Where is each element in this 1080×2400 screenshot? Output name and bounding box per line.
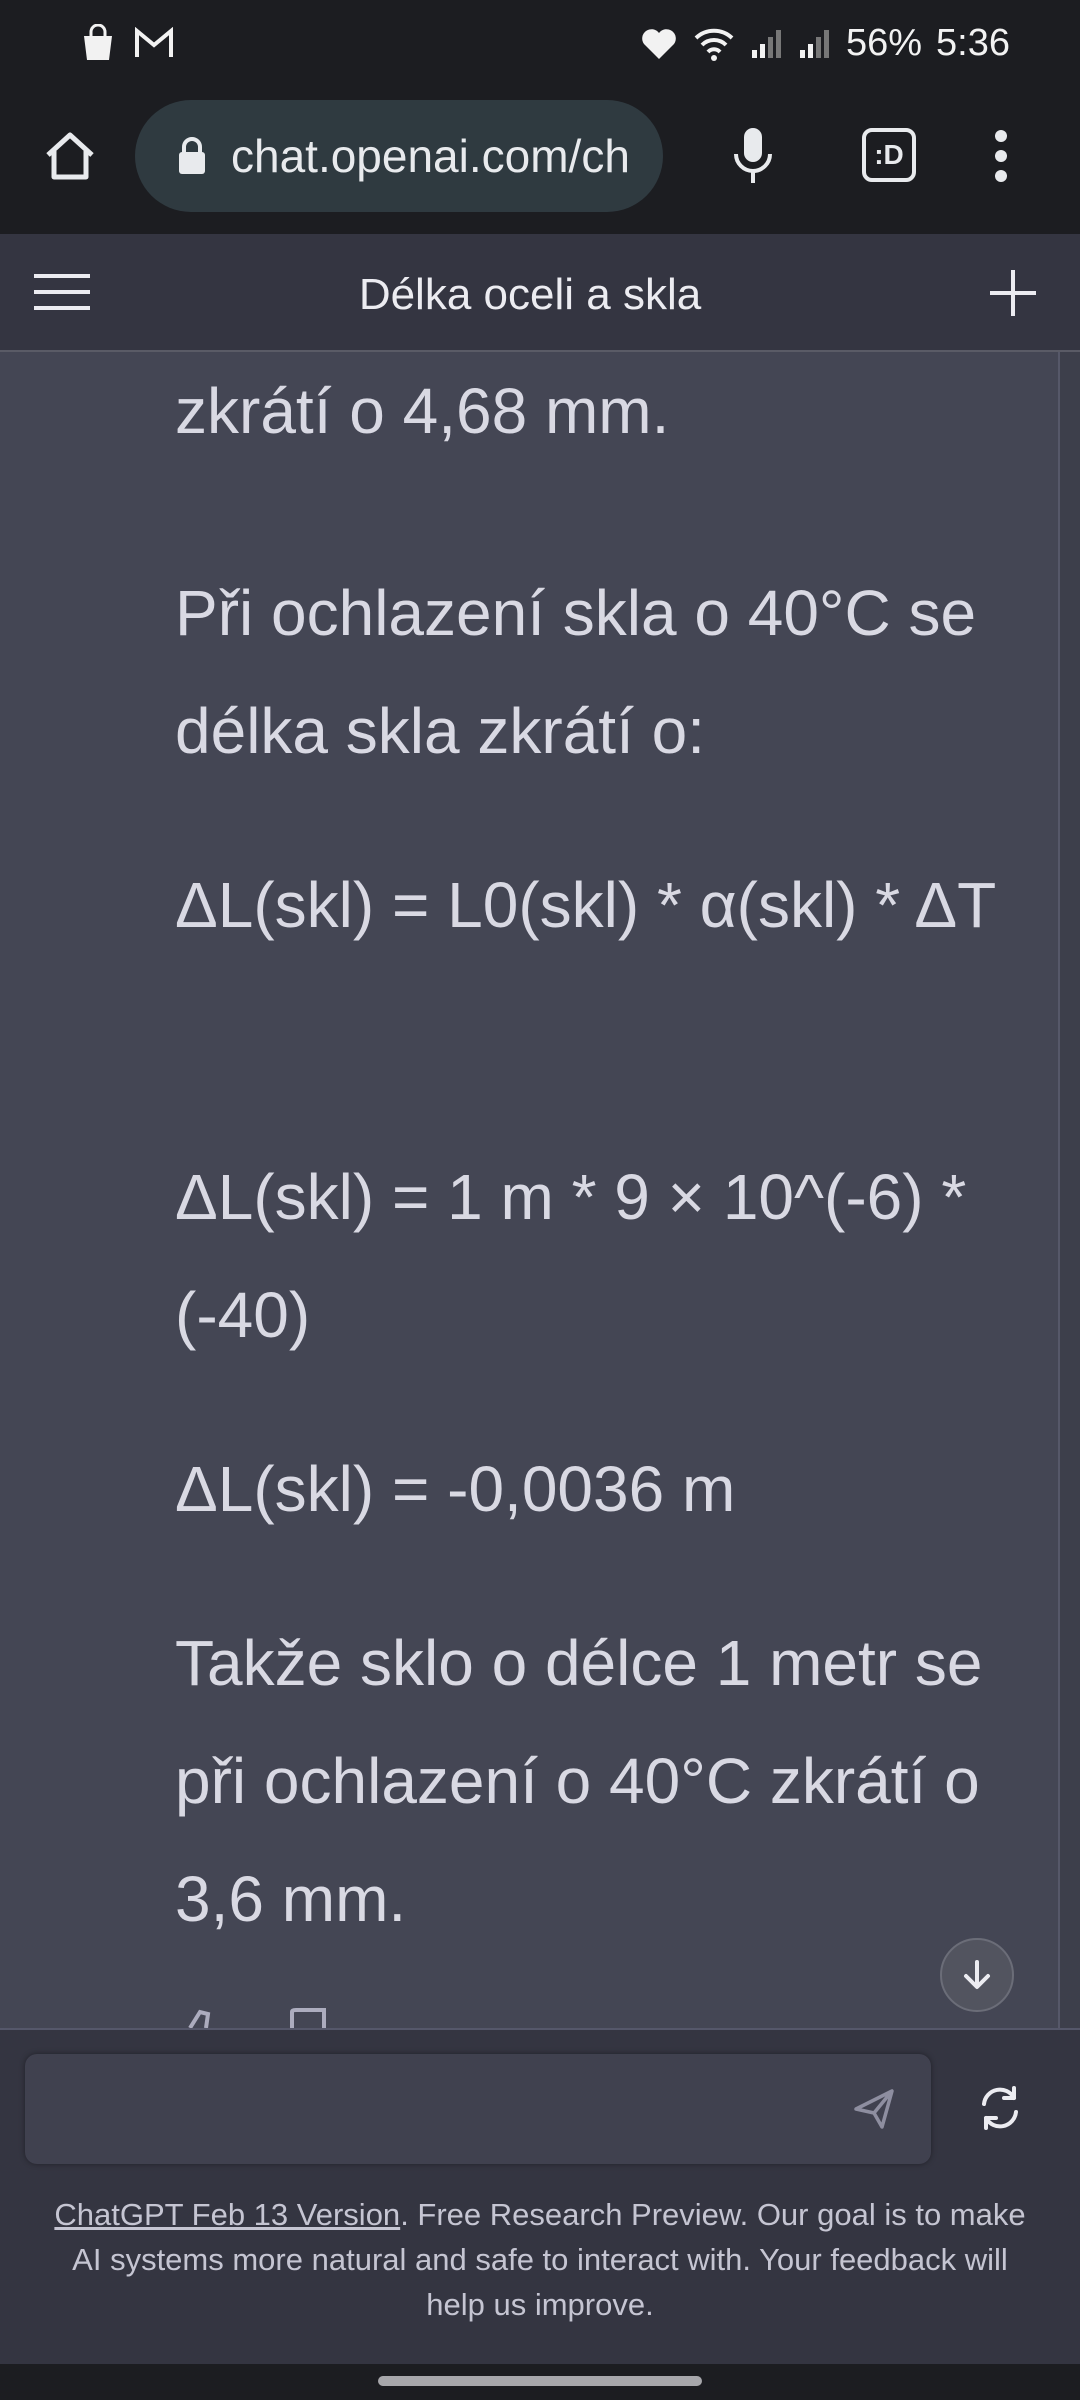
arrow-down-icon bbox=[964, 1960, 990, 1989]
url-text: chat.openai.com/ch bbox=[231, 130, 630, 182]
chat-header: Délka oceli a skla bbox=[0, 234, 1080, 352]
browser-menu-button[interactable] bbox=[980, 120, 1022, 192]
regenerate-button[interactable] bbox=[972, 2080, 1028, 2136]
version-link[interactable]: ChatGPT Feb 13 Version bbox=[54, 2197, 400, 2232]
message-paragraph: Takže sklo o délce 1 metr se při ochlaze… bbox=[175, 1627, 983, 1935]
send-button[interactable] bbox=[849, 2084, 899, 2134]
signal-icon-2 bbox=[799, 29, 829, 58]
message-paragraph: zkrátí o 4,68 mm. bbox=[175, 375, 670, 447]
message-formula: ΔL(skl) = -0,0036 m bbox=[175, 1453, 736, 1525]
new-chat-button[interactable] bbox=[988, 268, 1038, 318]
gesture-nav-bar bbox=[0, 2364, 1080, 2400]
clock: 5:36 bbox=[936, 22, 1010, 64]
address-bar[interactable]: chat.openai.com/ch bbox=[135, 100, 663, 212]
scroll-to-bottom-button[interactable] bbox=[940, 1938, 1014, 2012]
status-bar: 56% 5:36 bbox=[0, 0, 1080, 92]
composer-area: ChatGPT Feb 13 Version. Free Research Pr… bbox=[0, 2028, 1080, 2366]
send-icon bbox=[854, 2089, 894, 2129]
wifi-icon bbox=[694, 28, 734, 61]
voice-search-button[interactable] bbox=[720, 120, 786, 192]
message-content: zkrátí o 4,68 mm. Při ochlazení skla o 4… bbox=[0, 352, 1058, 2028]
thumbs-down-icon[interactable] bbox=[288, 2008, 332, 2028]
plus-icon bbox=[990, 270, 1036, 316]
microphone-icon bbox=[734, 128, 772, 183]
lock-icon bbox=[179, 137, 205, 174]
signal-icon bbox=[751, 29, 781, 58]
chat-title: Délka oceli a skla bbox=[358, 270, 702, 319]
home-indicator[interactable] bbox=[378, 2376, 702, 2386]
home-icon bbox=[46, 132, 94, 180]
heart-icon bbox=[642, 28, 676, 59]
thumbs-up-icon[interactable] bbox=[186, 2008, 230, 2028]
tabs-count: :D bbox=[874, 139, 904, 170]
refresh-icon bbox=[982, 2086, 1018, 2130]
message-paragraph: Při ochlazení skla o 40°C se délka skla … bbox=[175, 577, 977, 767]
scrollbar[interactable] bbox=[1058, 352, 1080, 2028]
disclaimer: ChatGPT Feb 13 Version. Free Research Pr… bbox=[40, 2192, 1040, 2327]
battery-percent: 56% bbox=[845, 22, 923, 64]
shopping-bag-icon bbox=[84, 24, 112, 60]
notification-icons bbox=[80, 24, 174, 62]
system-indicators: 56% 5:36 bbox=[640, 22, 1010, 65]
home-button[interactable] bbox=[36, 122, 104, 190]
message-formula: ΔL(skl) = L0(skl) * α(skl) * ΔT bbox=[175, 869, 997, 941]
message-formula: ΔL(skl) = 1 m * 9 × 10^(-6) * (-40) bbox=[175, 1161, 967, 1351]
browser-toolbar: chat.openai.com/ch :D bbox=[0, 92, 1080, 236]
tabs-button[interactable]: :D bbox=[862, 128, 916, 182]
more-vert-icon bbox=[995, 130, 1007, 182]
gmail-icon bbox=[135, 27, 173, 57]
message-input[interactable] bbox=[25, 2054, 931, 2164]
